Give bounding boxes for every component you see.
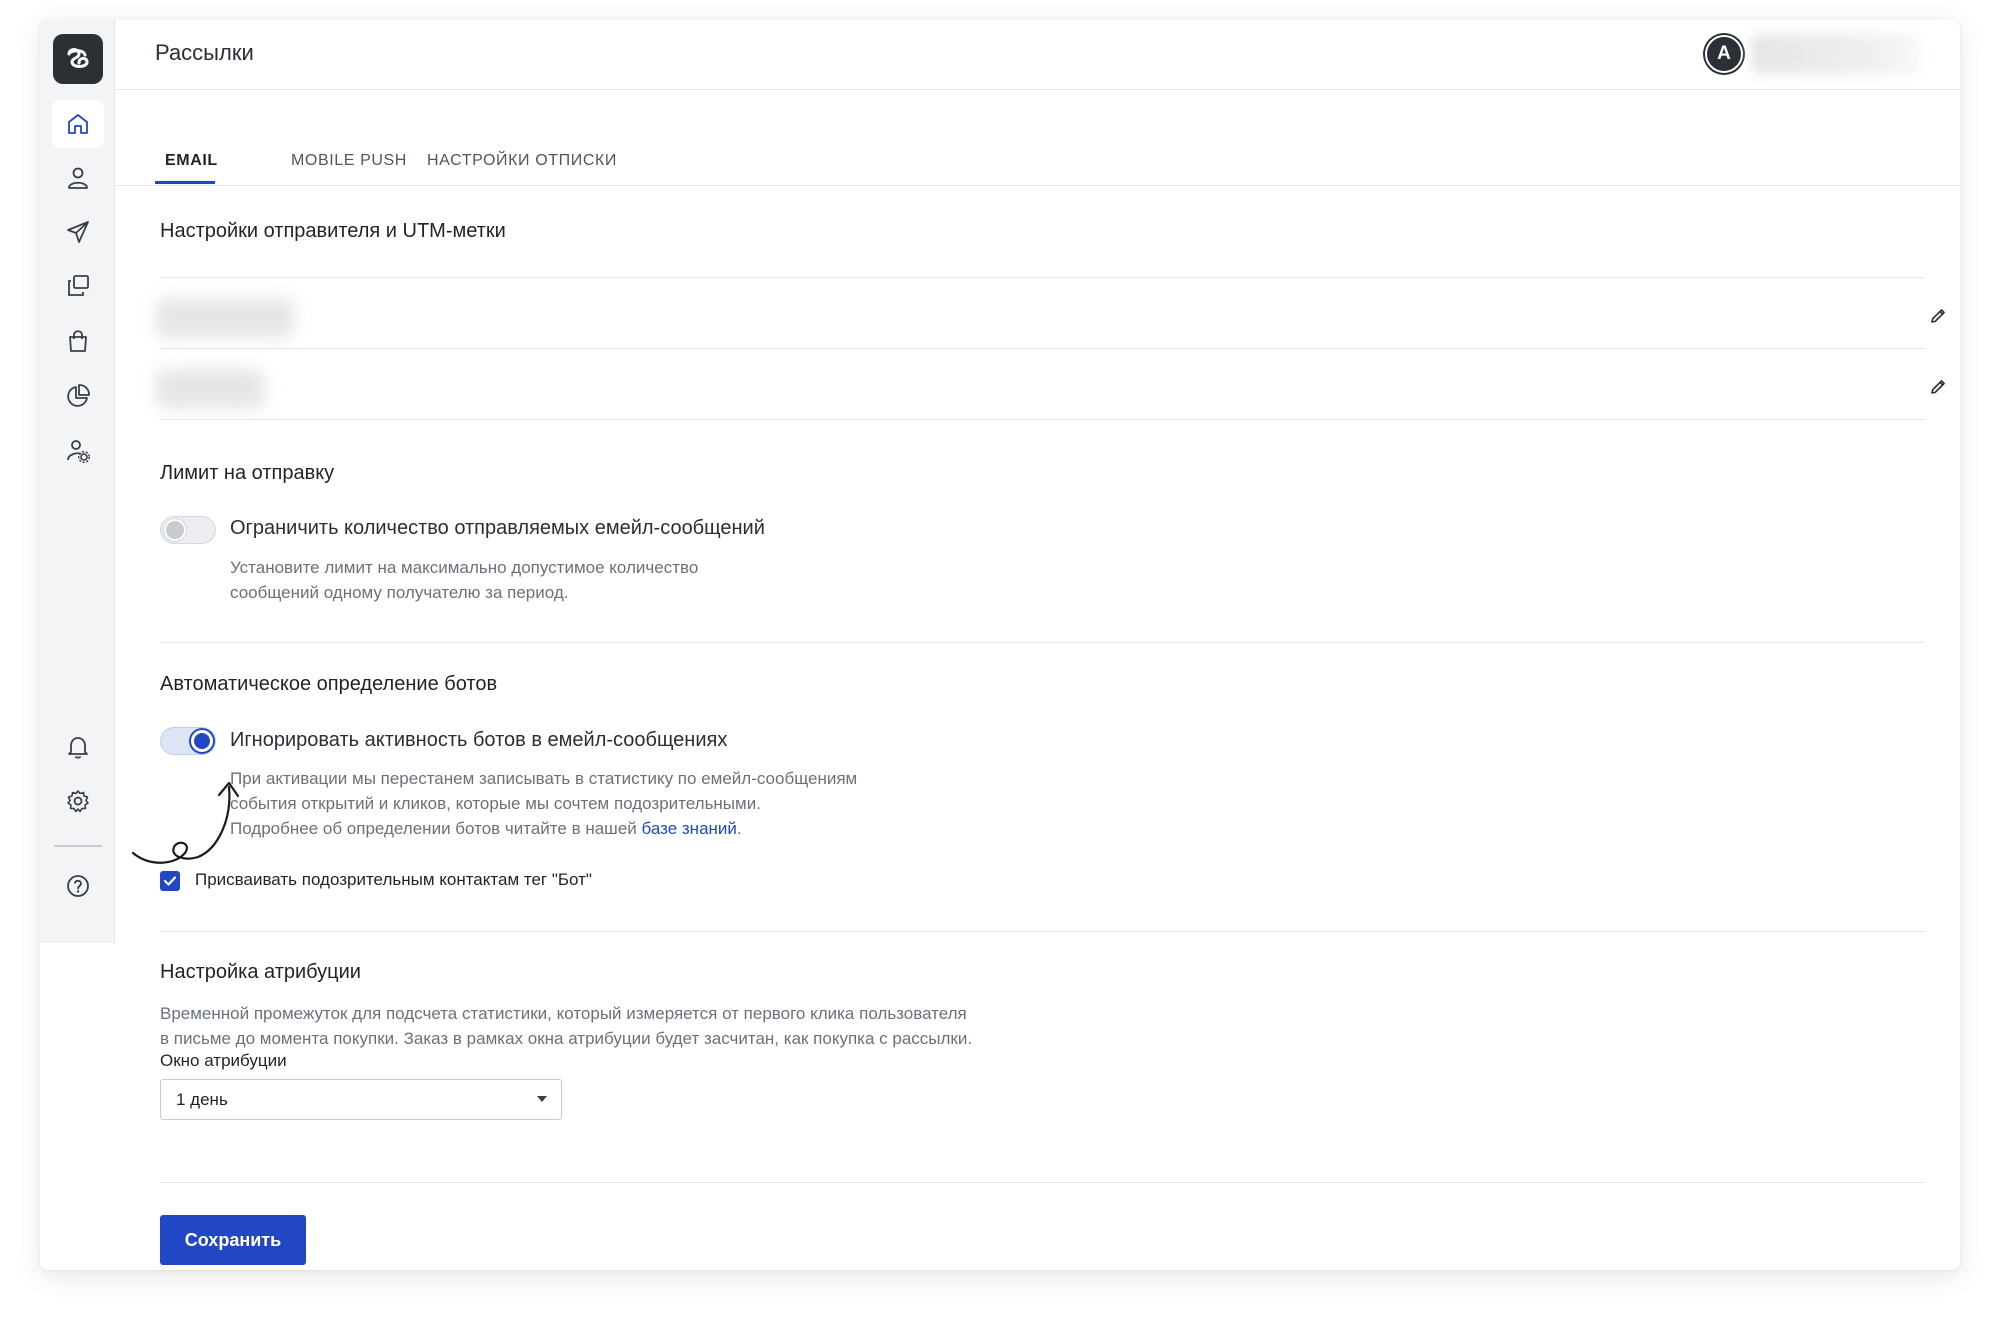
attribution-window-label: Окно атрибуции xyxy=(160,1051,287,1070)
attribution-description-line: в письме до момента покупки. Заказ в рам… xyxy=(160,1029,973,1048)
avatar[interactable]: A xyxy=(1705,35,1743,73)
edit-sender-button[interactable] xyxy=(1923,301,1953,331)
sidebar-item-notifications[interactable] xyxy=(52,723,104,771)
tabs-bar: EMAIL MOBILE PUSH НАСТРОЙКИ ОТПИСКИ xyxy=(115,90,1960,186)
bots-hint-line: При активации мы перестанем записывать в… xyxy=(230,769,858,788)
app-logo[interactable] xyxy=(53,34,103,84)
user-icon xyxy=(68,167,88,189)
attribution-section-title: Настройка атрибуции xyxy=(160,961,361,983)
divider xyxy=(160,1182,1925,1183)
main-content: Настройки отправителя и UTM-метки Лимит … xyxy=(115,186,1960,1270)
bots-toggle-label: Игнорировать активность ботов в емейл-со… xyxy=(230,729,728,751)
save-button[interactable]: Сохранить xyxy=(160,1215,306,1265)
toggle-knob xyxy=(164,519,186,541)
bots-hint-text: . xyxy=(736,819,742,838)
sidebar-item-templates[interactable] xyxy=(52,262,104,310)
check-icon xyxy=(163,876,177,886)
app-window: Рассылки A EMAIL MOBILE PUSH НАСТРОЙКИ О… xyxy=(40,20,1960,1270)
divider xyxy=(160,277,1925,278)
sidebar-item-contacts[interactable] xyxy=(52,154,104,202)
divider xyxy=(160,931,1925,932)
limit-toggle-label: Ограничить количество отправляемых емейл… xyxy=(230,517,765,539)
user-name-redacted[interactable] xyxy=(1751,34,1921,74)
sidebar-item-campaigns[interactable] xyxy=(52,208,104,256)
limit-section-title: Лимит на отправку xyxy=(160,462,335,484)
tab-mobile-push[interactable]: MOBILE PUSH xyxy=(291,152,407,170)
chevron-down-icon xyxy=(537,1096,547,1102)
annotation-arrow-icon xyxy=(131,781,240,864)
top-bar: Рассылки A xyxy=(115,20,1960,90)
logo-icon xyxy=(67,48,89,68)
sidebar-item-settings[interactable] xyxy=(52,777,104,825)
attribution-description-line: Временной промежуток для подсчета статис… xyxy=(160,1004,967,1023)
sender-field-redacted xyxy=(155,298,295,338)
toggle-knob xyxy=(191,730,213,752)
pencil-icon xyxy=(1931,380,1945,394)
sender-section-title: Настройки отправителя и UTM-метки xyxy=(160,220,506,242)
pie-chart-icon xyxy=(67,384,90,407)
send-icon xyxy=(67,221,89,243)
page-title: Рассылки xyxy=(155,40,254,65)
bots-hint-line: Подробнее об определении ботов читайте в… xyxy=(230,816,857,841)
divider xyxy=(160,419,1925,420)
sidebar-item-home[interactable] xyxy=(52,100,104,148)
divider xyxy=(160,348,1925,349)
bots-hint: При активации мы перестанем записывать в… xyxy=(230,766,857,841)
sidebar-item-analytics[interactable] xyxy=(52,372,104,420)
pencil-icon xyxy=(1931,309,1945,323)
limit-hint-line: сообщений одному получателю за период. xyxy=(230,583,569,602)
knowledge-base-link[interactable]: базе знаний xyxy=(642,819,737,838)
tab-unsubscribe-settings[interactable]: НАСТРОЙКИ ОТПИСКИ xyxy=(427,152,617,170)
copy-icon xyxy=(68,275,89,296)
active-tab-indicator xyxy=(155,181,215,184)
sidebar-item-shop[interactable] xyxy=(52,317,104,365)
edit-utm-button[interactable] xyxy=(1923,372,1953,402)
attribution-description: Временной промежуток для подсчета статис… xyxy=(160,1001,972,1051)
sidebar-divider xyxy=(54,845,102,847)
gear-icon xyxy=(67,790,89,813)
limit-hint: Установите лимит на максимально допустим… xyxy=(230,555,698,605)
shopping-bag-icon xyxy=(69,330,87,352)
user-settings-icon xyxy=(67,440,91,464)
attribution-window-select[interactable]: 1 день xyxy=(160,1079,562,1120)
sidebar-item-user-settings[interactable] xyxy=(52,427,104,475)
sidebar-empty-area xyxy=(40,943,115,1270)
help-icon xyxy=(67,875,89,897)
bots-toggle[interactable] xyxy=(160,727,216,755)
sidebar-item-help[interactable] xyxy=(52,862,104,910)
bots-hint-text: Подробнее об определении ботов читайте в… xyxy=(230,819,642,838)
utm-field-redacted xyxy=(155,369,265,409)
limit-toggle[interactable] xyxy=(160,516,216,544)
bell-icon xyxy=(68,737,88,759)
attribution-window-value: 1 день xyxy=(176,1090,228,1109)
bots-hint-line: события открытий и кликов, которые мы со… xyxy=(230,794,761,813)
divider xyxy=(160,642,1925,643)
bots-section-title: Автоматическое определение ботов xyxy=(160,673,498,695)
limit-hint-line: Установите лимит на максимально допустим… xyxy=(230,558,699,577)
tab-email[interactable]: EMAIL xyxy=(165,152,218,170)
home-icon xyxy=(68,114,88,134)
sidebar xyxy=(40,20,115,1270)
